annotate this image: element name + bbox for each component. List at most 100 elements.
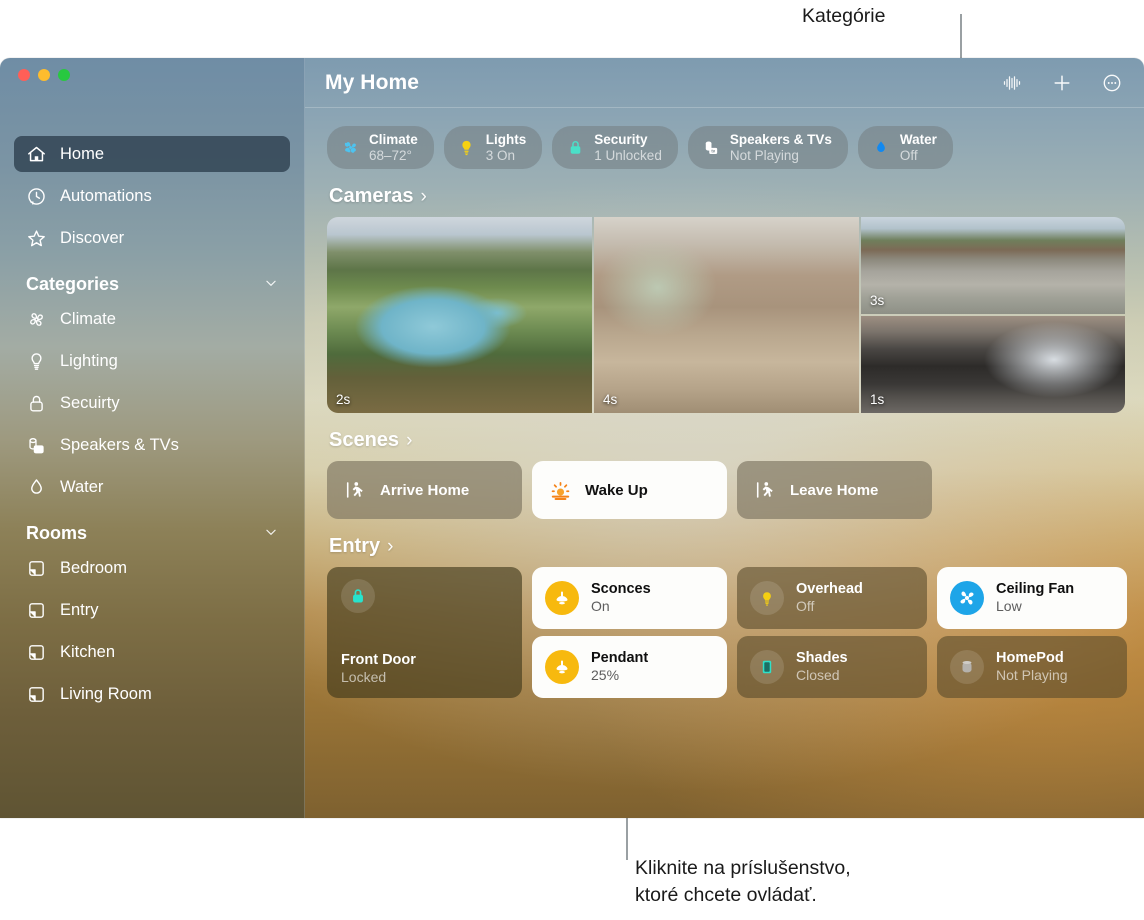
sidebar: Home Automations Discover Categories Cli… <box>0 58 305 818</box>
lock-icon <box>565 138 585 158</box>
minimize-button[interactable] <box>38 69 50 81</box>
window-controls[interactable] <box>18 69 70 81</box>
sidebar-item-entry[interactable]: Entry <box>14 592 290 628</box>
sidebar-item-climate[interactable]: Climate <box>14 301 290 337</box>
accessory-homepod[interactable]: HomePod Not Playing <box>937 636 1127 698</box>
pill-title: Water <box>899 131 937 147</box>
status-pill-lights[interactable]: Lights 3 On <box>443 126 543 169</box>
sidebar-item-lighting[interactable]: Lighting <box>14 343 290 379</box>
chevron-right-icon[interactable]: › <box>421 186 427 208</box>
callout-accessories: Kliknite na príslušenstvo, ktoré chcete … <box>635 857 851 906</box>
room-icon <box>26 600 47 621</box>
sidebar-group-rooms[interactable]: Rooms <box>14 523 290 544</box>
pill-text: Speakers & TVs Not Playing <box>730 132 832 163</box>
accessory-ceiling-fan[interactable]: Ceiling Fan Low <box>937 567 1127 629</box>
section-header-cameras[interactable]: Cameras › <box>329 185 1122 208</box>
accessory-shades[interactable]: Shades Closed <box>737 636 927 698</box>
more-options-icon[interactable] <box>1100 71 1124 95</box>
scene-wake-up[interactable]: Wake Up <box>532 461 727 519</box>
star-icon <box>26 228 47 249</box>
room-icon <box>26 684 47 705</box>
homepod-icon <box>950 650 984 684</box>
walk-out-icon <box>753 478 777 502</box>
chevron-down-icon[interactable] <box>264 274 278 295</box>
sidebar-item-speakers-tvs[interactable]: tv Speakers & TVs <box>14 427 290 463</box>
accessory-name: Sconces <box>591 580 651 597</box>
sidebar-group-categories[interactable]: Categories <box>14 274 290 295</box>
accessory-text: Front Door Locked <box>341 652 508 686</box>
scene-label: Leave Home <box>790 481 879 499</box>
scene-arrive-home[interactable]: Arrive Home <box>327 461 522 519</box>
accessory-state: On <box>591 598 610 615</box>
sidebar-item-water[interactable]: Water <box>14 469 290 505</box>
camera-timestamp: 2s <box>336 392 351 407</box>
lock-icon <box>26 393 47 414</box>
add-icon[interactable] <box>1050 71 1074 95</box>
status-pill-water[interactable]: Water Off <box>857 126 953 169</box>
accessory-name: Overhead <box>796 580 863 597</box>
sidebar-item-label: Climate <box>60 309 116 328</box>
clock-icon <box>26 186 47 207</box>
accessory-text: Ceiling Fan Low <box>996 581 1074 615</box>
accessory-text: Sconces On <box>591 581 651 615</box>
section-header-entry[interactable]: Entry › <box>329 535 1122 558</box>
speaker-tv-icon: tv <box>701 138 721 158</box>
page-title: My Home <box>325 70 420 94</box>
status-pill-climate[interactable]: Climate 68–72° <box>327 126 434 169</box>
main-content: My Home Climate 68–72° Lights 3 On Secur… <box>305 58 1144 818</box>
camera-timestamp: 4s <box>603 392 618 407</box>
sidebar-item-label: Secuirty <box>60 393 120 412</box>
cameras-grid: 2s 3s 4s 1s <box>327 217 1125 413</box>
accessory-state: Low <box>996 598 1022 615</box>
sidebar-item-kitchen[interactable]: Kitchen <box>14 634 290 670</box>
status-pill-security[interactable]: Security 1 Unlocked <box>552 126 678 169</box>
camera-tile[interactable]: 3s <box>861 217 1125 314</box>
accessories-grid: Front Door Locked Sconces On Overhead Of… <box>327 567 1127 698</box>
section-header-scenes[interactable]: Scenes › <box>329 429 1122 452</box>
camera-tile[interactable]: 4s <box>594 217 859 413</box>
room-icon <box>26 558 47 579</box>
sidebar-item-home[interactable]: Home <box>14 136 290 172</box>
fan-icon <box>340 138 360 158</box>
close-button[interactable] <box>18 69 30 81</box>
bulb-icon <box>457 138 477 158</box>
house-icon <box>26 144 47 165</box>
sidebar-list: Home Automations Discover Categories Cli… <box>0 136 304 712</box>
camera-tile[interactable]: 2s <box>327 217 592 413</box>
walk-in-icon <box>343 478 367 502</box>
chevron-right-icon[interactable]: › <box>406 430 412 452</box>
camera-thumbnail <box>861 316 1125 413</box>
accessory-sconces[interactable]: Sconces On <box>532 567 727 629</box>
scene-leave-home[interactable]: Leave Home <box>737 461 932 519</box>
accessory-name: Ceiling Fan <box>996 580 1075 597</box>
zoom-button[interactable] <box>58 69 70 81</box>
accessory-text: HomePod Not Playing <box>996 650 1068 684</box>
sidebar-item-bedroom[interactable]: Bedroom <box>14 550 290 586</box>
accessory-state: 25% <box>591 667 620 684</box>
scene-label: Wake Up <box>585 481 648 499</box>
sidebar-item-discover[interactable]: Discover <box>14 220 290 256</box>
status-pill-speakers-tvs[interactable]: tv Speakers & TVs Not Playing <box>687 126 848 169</box>
accessory-front-door[interactable]: Front Door Locked <box>327 567 522 698</box>
content-area: Climate 68–72° Lights 3 On Security 1 Un… <box>305 108 1144 698</box>
pill-title: Security <box>594 131 648 147</box>
titlebar: My Home <box>305 58 1144 108</box>
pill-title: Lights <box>485 131 527 147</box>
section-title: Scenes <box>329 429 400 451</box>
accessory-overhead[interactable]: Overhead Off <box>737 567 927 629</box>
pill-text: Lights 3 On <box>486 132 527 163</box>
sunrise-icon <box>548 478 572 502</box>
pill-text: Water Off <box>900 132 937 163</box>
siri-waveform-icon[interactable] <box>1000 71 1024 95</box>
shades-icon <box>750 650 784 684</box>
sidebar-item-label: Entry <box>60 600 99 619</box>
sidebar-item-automations[interactable]: Automations <box>14 178 290 214</box>
svg-text:tv: tv <box>37 446 42 452</box>
camera-tile[interactable]: 1s <box>861 316 1125 413</box>
chevron-down-icon[interactable] <box>264 523 278 544</box>
accessory-pendant[interactable]: Pendant 25% <box>532 636 727 698</box>
sidebar-item-living-room[interactable]: Living Room <box>14 676 290 712</box>
chevron-right-icon[interactable]: › <box>387 536 393 558</box>
sidebar-item-security[interactable]: Secuirty <box>14 385 290 421</box>
droplet-icon <box>26 477 47 498</box>
